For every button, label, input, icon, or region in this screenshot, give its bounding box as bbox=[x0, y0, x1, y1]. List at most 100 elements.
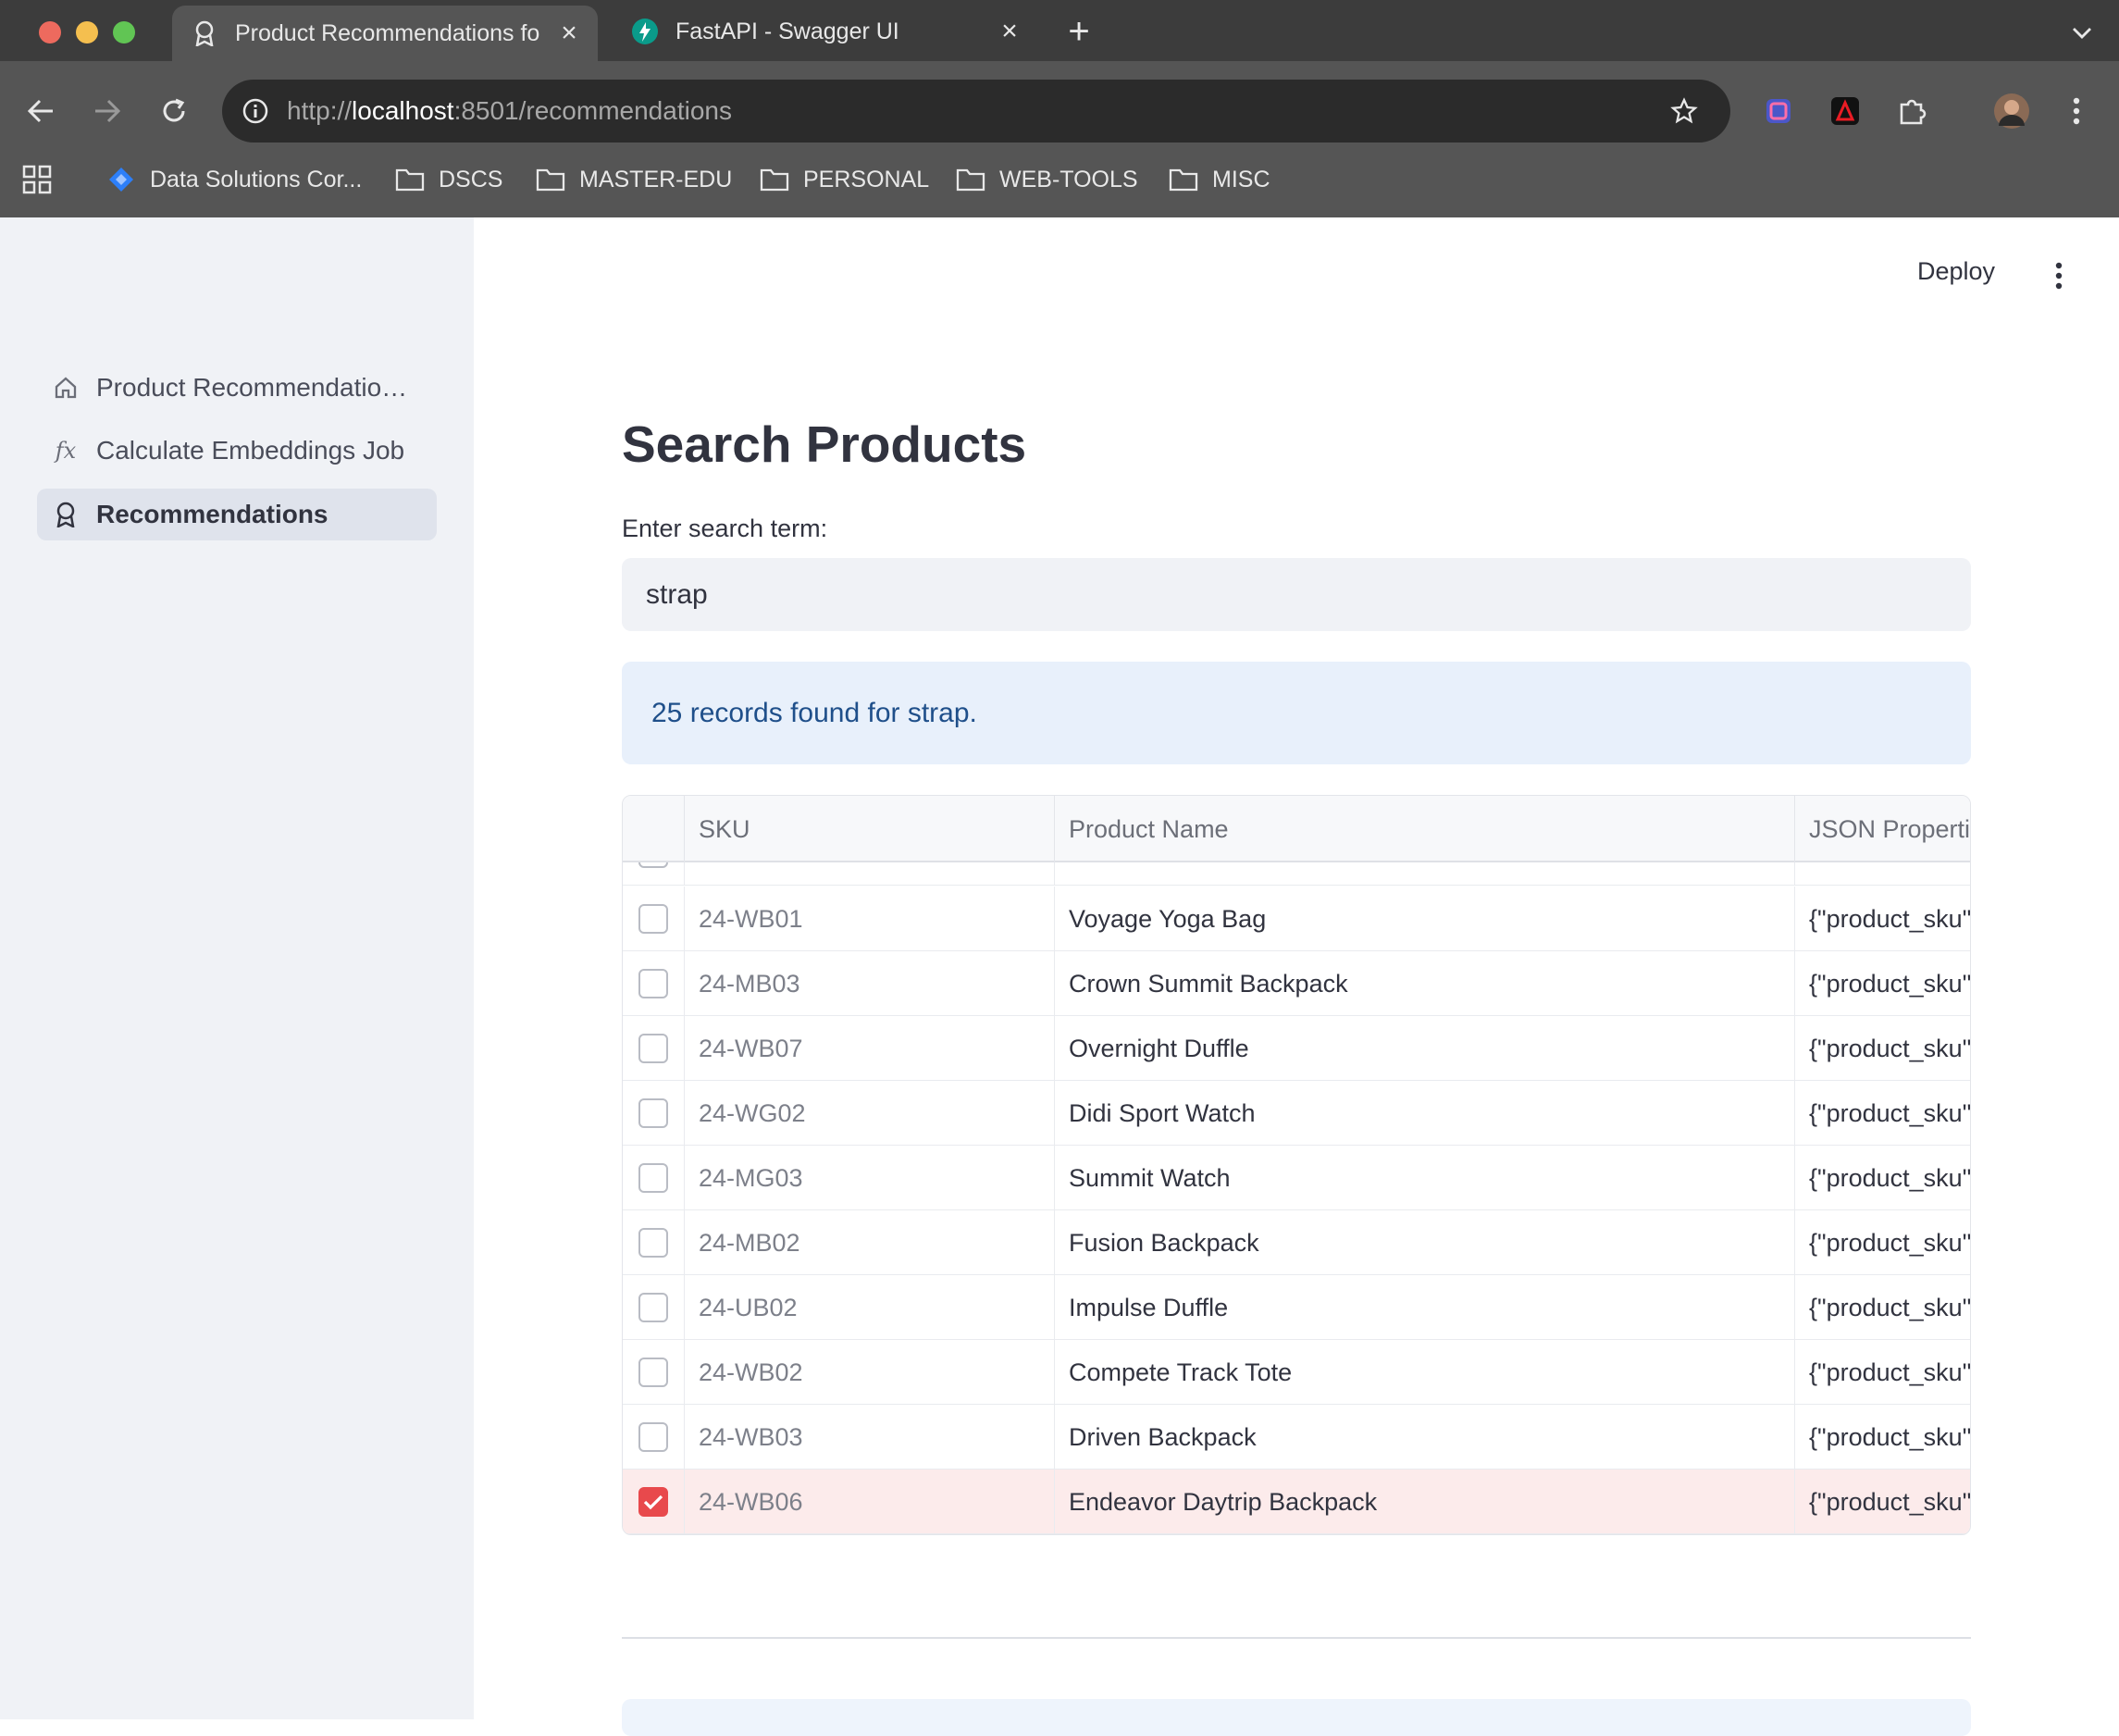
address-bar[interactable]: http://localhost:8501/recommendations bbox=[222, 80, 1730, 143]
diamond-icon bbox=[105, 166, 137, 193]
json-cell: {"product_sku" bbox=[1809, 904, 1971, 933]
results-table[interactable]: SKU Product Name JSON Propertie 24-WB01 V… bbox=[622, 795, 1971, 1535]
sku-cell: 24-WB02 bbox=[685, 1340, 1055, 1405]
row-checkbox[interactable] bbox=[638, 1098, 668, 1128]
window-close-button[interactable] bbox=[39, 21, 61, 43]
forward-button[interactable] bbox=[87, 91, 128, 131]
bookmark-web-tools[interactable]: WEB-TOOLS bbox=[955, 161, 1138, 198]
row-checkbox[interactable] bbox=[638, 1034, 668, 1063]
folder-icon bbox=[955, 166, 986, 193]
table-row[interactable]: 24-WB03 Driven Backpack {"product_sku" bbox=[623, 1405, 1971, 1469]
search-input[interactable] bbox=[622, 558, 1971, 631]
bookmark-master-edu[interactable]: MASTER-EDU bbox=[535, 161, 732, 198]
tab-bar: Product Recommendations fo × FastAPI - S… bbox=[0, 0, 2119, 61]
table-row[interactable]: 24-UB02 Impulse Duffle {"product_sku" bbox=[623, 1275, 1970, 1340]
award-icon bbox=[52, 501, 80, 528]
sku-cell: 24-MB02 bbox=[685, 1210, 1055, 1275]
extensions-puzzle-icon[interactable] bbox=[1890, 89, 1934, 133]
table-row[interactable]: 24-WB06 Endeavor Daytrip Backpack {"produc… bbox=[623, 1469, 1971, 1534]
window-minimize-button[interactable] bbox=[76, 21, 98, 43]
home-icon bbox=[52, 374, 80, 402]
avatar[interactable] bbox=[1989, 89, 2034, 133]
table-row[interactable]: 24-WB02 Compete Track Tote {"product_sku" bbox=[623, 1340, 1970, 1405]
column-header-json-properties[interactable]: JSON Propertie bbox=[1795, 796, 1970, 862]
row-checkbox[interactable] bbox=[638, 904, 668, 934]
browser-tab-recommendations[interactable]: Product Recommendations fo × bbox=[172, 6, 598, 61]
product-name-cell: Endeavor Daytrip Backpack bbox=[1055, 1469, 1795, 1534]
back-button[interactable] bbox=[20, 91, 61, 131]
row-select-cell[interactable] bbox=[623, 1210, 685, 1275]
bottom-info-alert bbox=[622, 1699, 1971, 1736]
fastapi-icon bbox=[631, 18, 659, 45]
sidebar-item-embeddings-job[interactable]: fx Calculate Embeddings Job bbox=[37, 425, 437, 477]
results-message: 25 records found for strap. bbox=[651, 697, 977, 728]
row-checkbox[interactable] bbox=[638, 1358, 668, 1387]
row-checkbox[interactable] bbox=[638, 969, 668, 998]
json-cell: {"product_sku" bbox=[1809, 1163, 1971, 1192]
search-label: Enter search term: bbox=[622, 515, 828, 542]
bookmark-label: MASTER-EDU bbox=[579, 166, 733, 192]
close-icon[interactable]: × bbox=[996, 16, 1023, 46]
url-text: http://localhost:8501/recommendations bbox=[287, 96, 1666, 126]
row-checkbox[interactable] bbox=[638, 1422, 668, 1452]
table-row[interactable]: 24-WG02 Didi Sport Watch {"product_sku" bbox=[623, 1081, 1971, 1146]
sku-cell: 24-UB02 bbox=[685, 1275, 1055, 1340]
bookmark-dscs[interactable]: DSCS bbox=[394, 161, 502, 198]
json-cell: {"product_sku" bbox=[1809, 1422, 1971, 1451]
json-cell: {"product_sku" bbox=[1809, 1098, 1971, 1127]
close-icon[interactable]: × bbox=[555, 18, 583, 48]
info-icon[interactable] bbox=[237, 93, 274, 130]
row-checkbox[interactable] bbox=[638, 1228, 668, 1258]
column-header-product-name[interactable]: Product Name bbox=[1055, 796, 1795, 862]
results-info-alert: 25 records found for strap. bbox=[622, 662, 1971, 764]
product-name-cell: Didi Sport Watch bbox=[1055, 1081, 1795, 1146]
table-row[interactable]: 24-MB02 Fusion Backpack {"product_sku" bbox=[623, 1210, 1970, 1275]
table-row[interactable]: 24-WB01 Voyage Yoga Bag {"product_sku" bbox=[623, 887, 1971, 951]
browser-chrome: Product Recommendations fo × FastAPI - S… bbox=[0, 0, 2119, 217]
main-menu-icon[interactable] bbox=[2045, 257, 2073, 294]
sidebar-item-recommendations[interactable]: Recommendations bbox=[37, 489, 437, 540]
row-checkbox[interactable] bbox=[638, 1163, 668, 1193]
row-select-cell[interactable] bbox=[623, 951, 685, 1016]
row-select-cell[interactable] bbox=[623, 1081, 685, 1146]
window-zoom-button[interactable] bbox=[113, 21, 135, 43]
json-cell: {"product_sku" bbox=[1809, 1487, 1971, 1516]
column-header-sku[interactable]: SKU bbox=[685, 796, 1055, 862]
row-select-cell[interactable] bbox=[623, 1340, 685, 1405]
star-icon[interactable] bbox=[1666, 93, 1703, 130]
column-header-select[interactable] bbox=[623, 796, 685, 862]
sidebar-item-label: Product Recommendations for Retail bbox=[96, 373, 420, 402]
browser-tab-swagger[interactable]: FastAPI - Swagger UI × bbox=[613, 6, 1038, 57]
table-row[interactable]: 24-WB07 Overnight Duffle {"product_sku" bbox=[623, 1016, 1971, 1081]
row-checkbox[interactable] bbox=[638, 1293, 668, 1322]
row-select-cell[interactable] bbox=[623, 1016, 685, 1081]
bookmark-label: MISC bbox=[1212, 166, 1270, 192]
json-cell: {"product_sku" bbox=[1809, 1034, 1971, 1062]
row-select-cell[interactable] bbox=[623, 1405, 685, 1469]
row-select-cell[interactable] bbox=[623, 1469, 685, 1534]
table-row[interactable]: 24-MB03 Crown Summit Backpack {"product_sk… bbox=[623, 951, 1970, 1016]
row-checkbox-checked[interactable] bbox=[638, 1487, 668, 1517]
new-tab-button[interactable]: + bbox=[1060, 11, 1097, 52]
sku-cell: 24-WB03 bbox=[685, 1405, 1055, 1469]
folder-icon bbox=[759, 166, 790, 193]
row-select-cell[interactable] bbox=[623, 887, 685, 951]
product-name-cell: Compete Track Tote bbox=[1055, 1340, 1795, 1405]
bookmark-personal[interactable]: PERSONAL bbox=[759, 161, 929, 198]
more-vert-icon[interactable] bbox=[2054, 89, 2099, 133]
extension-icon-grid[interactable] bbox=[1756, 89, 1801, 133]
reload-button[interactable] bbox=[154, 91, 194, 131]
sidebar-item-home[interactable]: Product Recommendations for Retail bbox=[37, 362, 437, 414]
bookmark-data-solutions[interactable]: Data Solutions Cor... bbox=[105, 161, 362, 198]
apps-grid-icon[interactable] bbox=[22, 165, 56, 198]
product-name-cell: Impulse Duffle bbox=[1055, 1275, 1795, 1340]
product-name-cell: Crown Summit Backpack bbox=[1055, 951, 1795, 1016]
row-select-cell[interactable] bbox=[623, 1275, 685, 1340]
product-name-cell: Overnight Duffle bbox=[1055, 1016, 1795, 1081]
chevron-down-icon[interactable] bbox=[2065, 17, 2099, 50]
bookmark-misc[interactable]: MISC bbox=[1168, 161, 1270, 198]
deploy-button[interactable]: Deploy bbox=[1917, 257, 1995, 286]
acrobat-icon[interactable] bbox=[1823, 89, 1867, 133]
table-row[interactable]: 24-MG03 Summit Watch {"product_sku" bbox=[623, 1146, 1971, 1210]
row-select-cell[interactable] bbox=[623, 1146, 685, 1210]
